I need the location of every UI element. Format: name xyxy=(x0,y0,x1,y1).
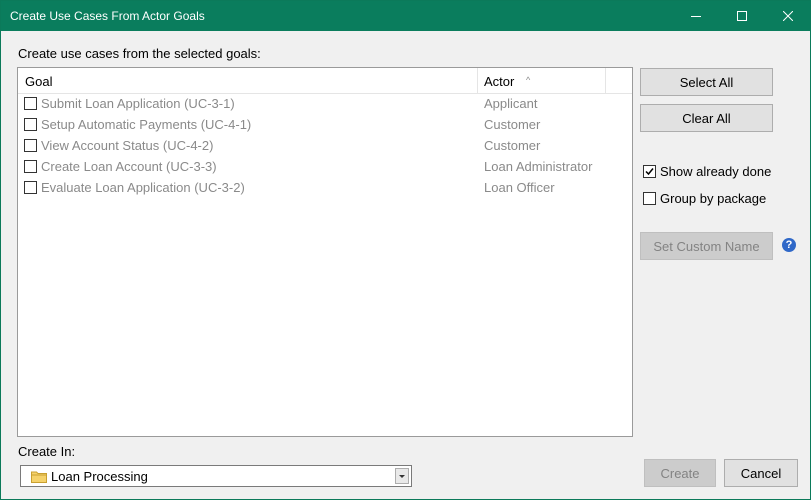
list-heading: Create use cases from the selected goals… xyxy=(18,46,261,61)
group-by-package-checkbox[interactable]: Group by package xyxy=(643,191,766,206)
title-bar[interactable]: Create Use Cases From Actor Goals xyxy=(1,1,810,31)
help-icon[interactable]: ? xyxy=(782,238,796,252)
folder-icon xyxy=(31,471,47,483)
maximize-button[interactable] xyxy=(719,1,765,31)
checkbox-label: Show already done xyxy=(660,164,772,179)
actor-cell: Loan Officer xyxy=(484,180,555,195)
column-divider[interactable] xyxy=(477,68,478,93)
actor-cell: Customer xyxy=(484,138,541,153)
dialog-window: Create Use Cases From Actor Goals Create… xyxy=(0,0,811,500)
close-icon xyxy=(783,11,793,21)
row-checkbox[interactable] xyxy=(24,181,37,194)
set-custom-name-button[interactable]: Set Custom Name xyxy=(640,232,773,260)
table-row[interactable]: Submit Loan Application (UC-3-1) Applica… xyxy=(18,94,632,115)
column-header-actor[interactable]: Actor xyxy=(484,74,514,89)
row-checkbox[interactable] xyxy=(24,97,37,110)
dropdown-button[interactable] xyxy=(395,468,409,484)
create-in-combobox[interactable]: Loan Processing xyxy=(20,465,412,487)
table-row[interactable]: Evaluate Loan Application (UC-3-2) Loan … xyxy=(18,178,632,199)
combobox-value: Loan Processing xyxy=(51,469,148,484)
list-header: Goal Actor ^ xyxy=(18,68,632,94)
create-button[interactable]: Create xyxy=(644,459,716,487)
actor-cell: Applicant xyxy=(484,96,538,111)
actor-cell: Loan Administrator xyxy=(484,159,593,174)
goal-cell: Setup Automatic Payments (UC-4-1) xyxy=(41,117,252,132)
show-already-done-checkbox[interactable]: Show already done xyxy=(643,164,771,179)
goal-cell: Create Loan Account (UC-3-3) xyxy=(41,159,217,174)
checkbox-label: Group by package xyxy=(660,191,767,206)
table-row[interactable]: Create Loan Account (UC-3-3) Loan Admini… xyxy=(18,157,632,178)
row-checkbox[interactable] xyxy=(24,118,37,131)
close-button[interactable] xyxy=(765,1,811,31)
actor-cell: Customer xyxy=(484,117,541,132)
checkmark-icon xyxy=(645,168,654,176)
table-row[interactable]: Setup Automatic Payments (UC-4-1) Custom… xyxy=(18,115,632,136)
checkbox-box[interactable] xyxy=(643,165,656,178)
sort-arrow-icon: ^ xyxy=(526,75,531,85)
create-in-label: Create In: xyxy=(18,444,76,459)
window-title: Create Use Cases From Actor Goals xyxy=(10,9,205,23)
goal-cell: Submit Loan Application (UC-3-1) xyxy=(41,96,235,111)
maximize-icon xyxy=(737,11,747,21)
checkbox-box[interactable] xyxy=(643,192,656,205)
clear-all-button[interactable]: Clear All xyxy=(640,104,773,132)
goal-cell: View Account Status (UC-4-2) xyxy=(41,138,214,153)
chevron-down-icon xyxy=(399,475,405,478)
goals-list[interactable]: Goal Actor ^ Submit Loan Application (UC… xyxy=(17,67,633,437)
column-divider[interactable] xyxy=(605,68,606,93)
minimize-button[interactable] xyxy=(673,1,719,31)
goal-cell: Evaluate Loan Application (UC-3-2) xyxy=(41,180,245,195)
select-all-button[interactable]: Select All xyxy=(640,68,773,96)
minimize-icon xyxy=(691,16,701,17)
cancel-button[interactable]: Cancel xyxy=(724,459,798,487)
row-checkbox[interactable] xyxy=(24,160,37,173)
row-checkbox[interactable] xyxy=(24,139,37,152)
table-row[interactable]: View Account Status (UC-4-2) Customer xyxy=(18,136,632,157)
column-header-goal[interactable]: Goal xyxy=(25,74,52,89)
